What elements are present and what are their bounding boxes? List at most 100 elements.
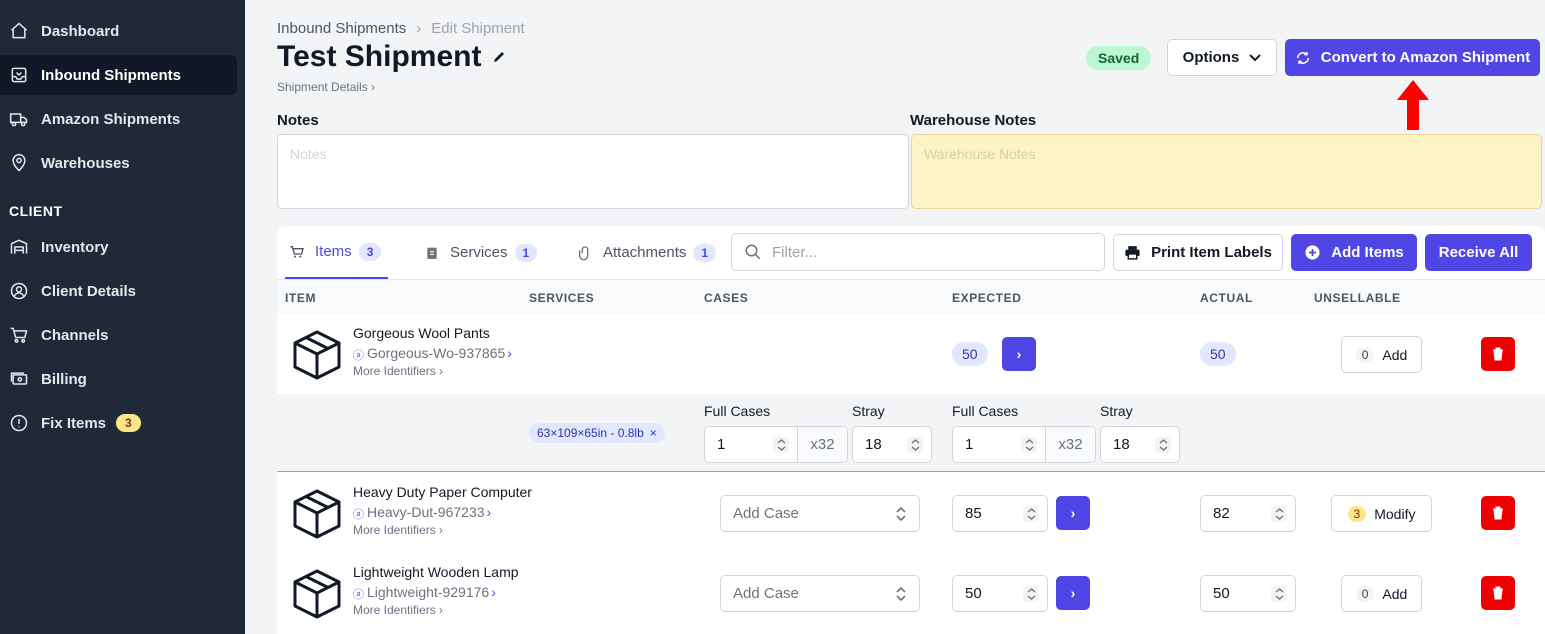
unsellable-action: Modify: [1374, 505, 1416, 522]
filter-input[interactable]: Filter...: [731, 233, 1105, 271]
more-identifiers-link[interactable]: More Identifiers ›: [353, 523, 443, 537]
column-header-unsellable: UNSELLABLE: [1314, 291, 1401, 305]
actual-quantity-input[interactable]: 82: [1200, 495, 1296, 532]
cart-icon: [290, 245, 304, 258]
delete-item-button[interactable]: [1481, 496, 1515, 530]
expand-cases-button[interactable]: ›: [1056, 496, 1090, 530]
sidebar-section-client: CLIENT: [9, 203, 63, 219]
unsellable-add-button[interactable]: 0 Add: [1341, 575, 1422, 612]
actual-full-cases-input[interactable]: 1: [952, 426, 1046, 463]
sidebar-item-inventory[interactable]: Inventory: [0, 227, 237, 267]
expected-full-cases-input[interactable]: 1: [704, 426, 798, 463]
add-items-button[interactable]: Add Items: [1291, 234, 1417, 271]
paperclip-icon: [579, 245, 589, 260]
actual-full-cases-label: Full Cases: [952, 403, 1019, 419]
case-dimensions-chip[interactable]: 63×109×65in - 0.8lb ×: [529, 423, 665, 443]
unsellable-modify-button[interactable]: 3 Modify: [1331, 495, 1432, 532]
delete-item-button[interactable]: [1481, 576, 1515, 610]
sidebar-item-billing[interactable]: Billing: [0, 359, 237, 399]
actual-stray-label: Stray: [1100, 403, 1133, 419]
stepper-icon[interactable]: [1271, 506, 1287, 522]
package-icon: [293, 330, 341, 380]
chevron-right-icon: ›: [1070, 585, 1076, 601]
sidebar-item-dashboard[interactable]: Dashboard: [0, 11, 237, 51]
stepper-icon[interactable]: [773, 437, 789, 453]
sidebar-item-inbound-shipments[interactable]: Inbound Shipments: [0, 55, 237, 95]
item-name[interactable]: Lightweight Wooden Lamp: [353, 564, 519, 580]
expand-cases-button[interactable]: ›: [1002, 337, 1036, 371]
expected-stray-input[interactable]: 18: [852, 426, 932, 463]
tab-label: Attachments: [603, 244, 687, 261]
expand-cases-button[interactable]: ›: [1056, 576, 1090, 610]
expected-quantity-input[interactable]: 85: [952, 495, 1048, 532]
item-sku[interactable]: ⓐ Heavy-Dut-967233 ›: [353, 504, 491, 521]
table-row: Heavy Duty Paper Computer ⓐ Heavy-Dut-967…: [277, 473, 1545, 553]
add-case-select[interactable]: Add Case: [720, 495, 920, 532]
print-item-labels-button[interactable]: Print Item Labels: [1113, 234, 1283, 271]
print-label: Print Item Labels: [1151, 244, 1272, 261]
unsellable-count: 0: [1355, 346, 1375, 363]
expected-full-cases-label: Full Cases: [704, 403, 771, 419]
item-sku[interactable]: ⓐ Gorgeous-Wo-937865 ›: [353, 345, 512, 362]
delete-item-button[interactable]: [1481, 337, 1515, 371]
item-sku[interactable]: ⓐ Lightweight-929176 ›: [353, 584, 496, 601]
sidebar-item-fix-items[interactable]: Fix Items 3: [0, 403, 237, 443]
breadcrumb-root[interactable]: Inbound Shipments: [277, 20, 406, 37]
page-title-wrap: Test Shipment: [277, 40, 507, 74]
notes-textarea[interactable]: Notes: [277, 134, 909, 209]
trash-icon: [1493, 506, 1503, 520]
stepper-icon[interactable]: [1023, 506, 1039, 522]
sidebar-item-label: Fix Items: [41, 414, 107, 432]
chevron-right-icon: ›: [439, 364, 444, 378]
sidebar-item-warehouses[interactable]: Warehouses: [0, 143, 237, 183]
actual-quantity-input[interactable]: 50: [1200, 575, 1296, 612]
sidebar: Dashboard Inbound Shipments Amazon Shipm…: [0, 0, 245, 634]
search-icon: [745, 244, 761, 260]
actual-stray-input[interactable]: 18: [1100, 426, 1180, 463]
options-button[interactable]: Options: [1167, 39, 1277, 76]
alert-circle-icon: [8, 412, 30, 434]
tab-attachments[interactable]: Attachments 1: [577, 226, 717, 279]
table-header: ITEM SERVICES CASES EXPECTED ACTUAL UNSE…: [277, 279, 1545, 314]
close-icon[interactable]: ×: [650, 426, 657, 440]
item-name[interactable]: Heavy Duty Paper Computer: [353, 484, 532, 500]
select-placeholder: Add Case: [733, 505, 799, 522]
truck-icon: [8, 108, 30, 130]
add-case-select[interactable]: Add Case: [720, 575, 920, 612]
main-content: Inbound Shipments › Edit Shipment Test S…: [245, 0, 1545, 634]
tab-items[interactable]: Items 3: [285, 226, 388, 279]
stepper-icon[interactable]: [1271, 586, 1287, 602]
sidebar-item-channels[interactable]: Channels: [0, 315, 237, 355]
case-multiplier: x32: [1046, 426, 1096, 463]
sidebar-item-label: Inventory: [41, 238, 109, 256]
sidebar-item-client-details[interactable]: Client Details: [0, 271, 237, 311]
stepper-icon[interactable]: [1021, 437, 1037, 453]
stepper-icon[interactable]: [1023, 586, 1039, 602]
chevron-right-icon: ›: [371, 80, 376, 94]
item-name[interactable]: Gorgeous Wool Pants: [353, 325, 490, 341]
warehouse-notes-textarea[interactable]: Warehouse Notes: [911, 134, 1542, 209]
chevron-updown-icon: [896, 586, 906, 602]
warehouse-icon: [8, 236, 30, 258]
expected-quantity-input[interactable]: 50: [952, 575, 1048, 612]
more-identifiers-link[interactable]: More Identifiers ›: [353, 603, 443, 617]
table-row: Lightweight Wooden Lamp ⓐ Lightweight-929…: [277, 553, 1545, 633]
unsellable-count: 0: [1355, 585, 1375, 602]
convert-label: Convert to Amazon Shipment: [1320, 49, 1531, 66]
chevron-down-icon: [1249, 53, 1262, 61]
pencil-icon[interactable]: [491, 49, 507, 65]
unsellable-add-button[interactable]: 0 Add: [1341, 336, 1422, 373]
filter-placeholder: Filter...: [772, 243, 818, 261]
chevron-right-icon: ›: [439, 603, 444, 617]
receive-all-button[interactable]: Receive All: [1425, 234, 1532, 271]
shipment-details-link[interactable]: Shipment Details ›: [277, 80, 375, 94]
refresh-icon: [1296, 51, 1309, 64]
stepper-icon[interactable]: [907, 437, 923, 453]
more-identifiers-link[interactable]: More Identifiers ›: [353, 364, 443, 378]
sidebar-item-amazon-shipments[interactable]: Amazon Shipments: [0, 99, 237, 139]
chevron-right-icon: ›: [1016, 346, 1022, 362]
tab-services[interactable]: Services 1: [424, 226, 538, 279]
subcrumb-label: Shipment Details: [277, 80, 368, 94]
stepper-icon[interactable]: [1155, 437, 1171, 453]
convert-to-amazon-shipment-button[interactable]: Convert to Amazon Shipment: [1285, 39, 1540, 76]
